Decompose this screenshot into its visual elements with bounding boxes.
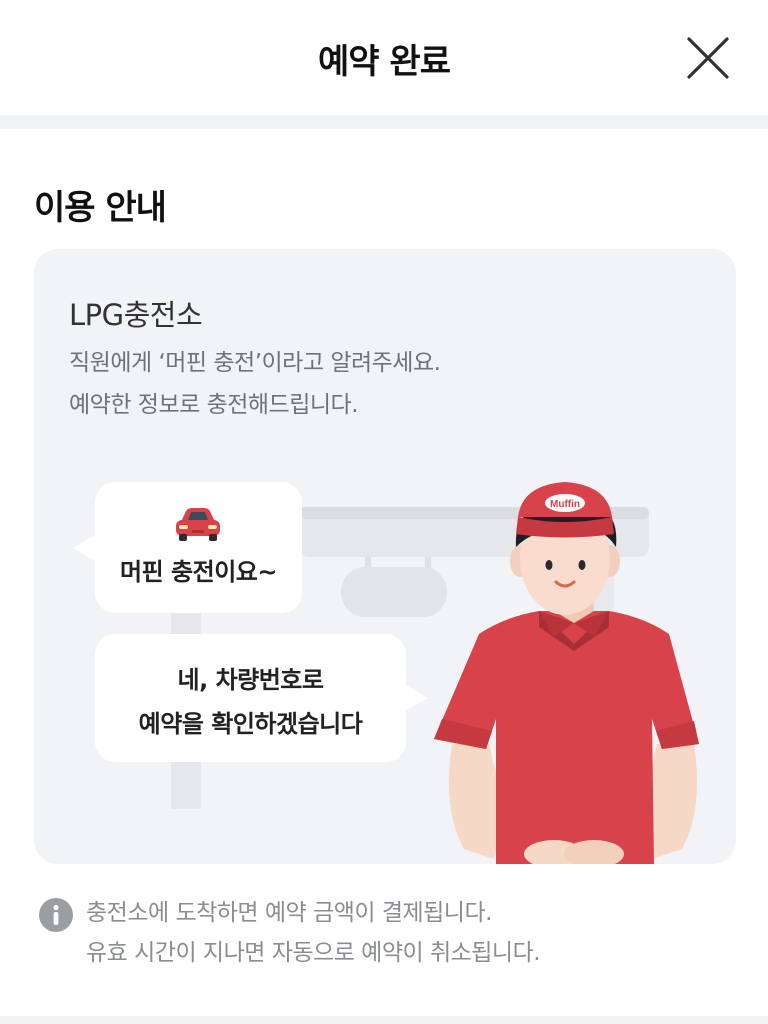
customer-speech-bubble: 머핀 충전이요~	[73, 482, 302, 613]
notice-line: 유효 시간이 지나면 자동으로 예약이 취소됩니다.	[86, 940, 541, 966]
close-icon	[687, 37, 729, 79]
section-divider	[0, 115, 768, 129]
attendant-speech-bubble: 네, 차량번호로 예약을 확인하겠습니다	[95, 634, 428, 762]
card-description-line: 예약한 정보로 충전해드립니다.	[69, 392, 359, 418]
section-title: 이용 안내	[34, 188, 167, 228]
info-icon	[39, 898, 73, 932]
attendant-bubble-line: 예약을 확인하겠습니다	[138, 710, 363, 738]
guide-card: Muffin LPG충전소 직원에게 ‘머핀 충전’이라고 알려주세요. 예약한…	[34, 249, 736, 864]
customer-bubble-text: 머핀 충전이요~	[120, 558, 277, 586]
notice-line: 충전소에 도착하면 예약 금액이 결제됩니다.	[86, 900, 492, 926]
car-icon	[176, 508, 220, 541]
bottom-divider	[0, 1016, 768, 1024]
card-description: 직원에게 ‘머핀 충전’이라고 알려주세요. 예약한 정보로 충전해드립니다.	[69, 342, 441, 426]
cap-logo: Muffin	[550, 499, 580, 510]
card-description-line: 직원에게 ‘머핀 충전’이라고 알려주세요.	[69, 350, 441, 376]
page-title: 예약 완료	[318, 42, 451, 82]
notice-text: 충전소에 도착하면 예약 금액이 결제됩니다. 유효 시간이 지나면 자동으로 …	[86, 893, 541, 973]
attendant-bubble-line: 네, 차량번호로	[177, 666, 324, 694]
close-button[interactable]	[684, 34, 732, 82]
attendant-bubble-text: 네, 차량번호로 예약을 확인하겠습니다	[95, 658, 406, 746]
header: 예약 완료	[0, 0, 768, 115]
station-name: LPG충전소	[69, 298, 203, 332]
